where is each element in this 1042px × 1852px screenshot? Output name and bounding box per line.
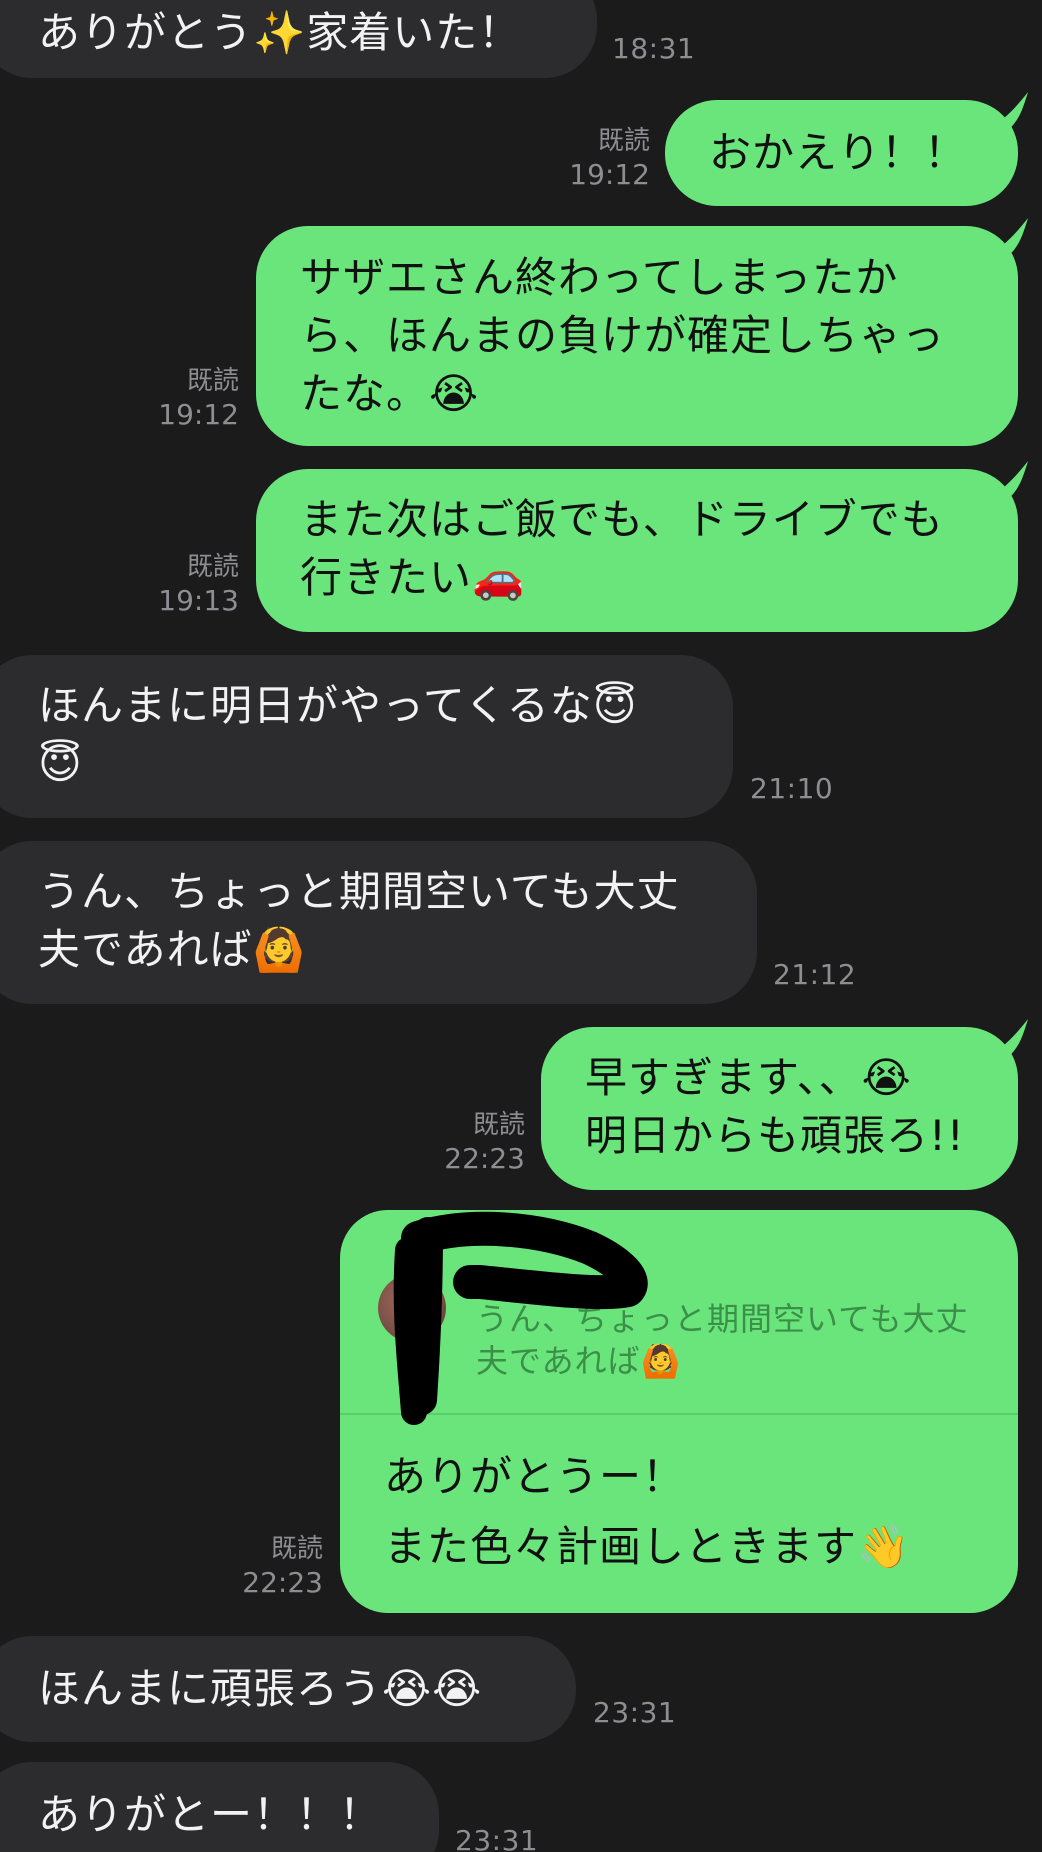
bubble-tail-icon	[984, 218, 1028, 258]
outgoing-message-bubble[interactable]: サザエさん終わってしまったか ら、ほんまの負けが確定しちゃっ たな。😭	[256, 218, 1028, 446]
message-text: ら、ほんまの負けが確定しちゃっ	[300, 311, 946, 360]
chat-thread[interactable]: ありがとう✨家着いた！ 18:31 既読 19:12 おかえり！！ 既読 19:…	[0, 0, 1042, 1852]
message-text: ほんまに明日がやってくるな😇	[38, 681, 638, 730]
message-timestamp: 23:31	[455, 1824, 539, 1852]
incoming-message-bubble[interactable]: ありがとー！！！	[0, 1762, 439, 1852]
message-timestamp: 18:31	[612, 32, 696, 65]
message-text: ありがとー！！！	[38, 1790, 383, 1839]
message-text: おかえり！！	[709, 128, 968, 177]
read-receipt: 既読 19:12	[569, 126, 650, 191]
message-text: また次はご飯でも、ドライブでも	[300, 495, 944, 544]
bubble-tail-icon	[984, 461, 1028, 501]
reply-body: ありがとうー！ また色々計画しときます👋	[384, 1442, 910, 1582]
outgoing-message-bubble[interactable]: 早すぎます、、😭 明日からも頑張ろ!!	[541, 1019, 1028, 1190]
message-text: 😇	[38, 739, 83, 788]
outgoing-message-bubble[interactable]: おかえり！！	[665, 92, 1028, 206]
outgoing-message-bubble[interactable]: また次はご飯でも、ドライブでも 行きたい🚗	[256, 461, 1028, 632]
message-timestamp: 21:12	[773, 958, 857, 991]
incoming-message-bubble[interactable]: ほんまに頑張ろう😭😭	[0, 1636, 576, 1742]
message-text: たな。😭	[300, 369, 480, 418]
message-text: また色々計画しときます👋	[384, 1522, 911, 1571]
read-receipt: 既読 22:23	[242, 1534, 323, 1599]
bubble-tail-icon	[984, 1019, 1028, 1059]
incoming-message-bubble[interactable]: うん、ちょっと期間空いても大丈 夫であれば🙆	[0, 841, 757, 1004]
avatar	[378, 1274, 446, 1342]
incoming-message-bubble[interactable]: ありがとう✨家着いた！	[0, 0, 597, 78]
message-text: サザエさん終わってしまったか	[300, 253, 899, 302]
quoted-message[interactable]: うん、ちょっと期間空いても大丈 夫であれば🙆	[340, 1210, 1018, 1415]
outgoing-reply-bubble[interactable]: うん、ちょっと期間空いても大丈 夫であれば🙆 ありがとうー！ また色々計画しとき…	[340, 1210, 1018, 1613]
message-text: 行きたい🚗	[300, 553, 526, 602]
bubble-tail-icon	[984, 92, 1028, 132]
read-receipt: 既読 19:13	[158, 552, 239, 617]
quoted-message-text: うん、ちょっと期間空いても大丈 夫であれば🙆	[476, 1300, 969, 1380]
message-timestamp: 23:31	[593, 1696, 677, 1729]
message-text: ほんまに頑張ろう😭😭	[38, 1664, 483, 1713]
read-receipt: 既読 22:23	[444, 1110, 525, 1175]
message-text: ありがとう✨家着いた！	[38, 8, 522, 57]
message-timestamp: 21:10	[750, 772, 834, 805]
message-text: 早すぎます、、😭	[585, 1053, 912, 1102]
read-receipt: 既読 19:12	[158, 366, 239, 431]
message-text: ありがとうー！	[384, 1452, 686, 1501]
message-text: 明日からも頑張ろ!!	[585, 1111, 965, 1160]
message-text: 夫であれば🙆	[38, 925, 306, 974]
message-text: うん、ちょっと期間空いても大丈	[38, 867, 680, 916]
incoming-message-bubble[interactable]: ほんまに明日がやってくるな😇 😇	[0, 655, 733, 818]
